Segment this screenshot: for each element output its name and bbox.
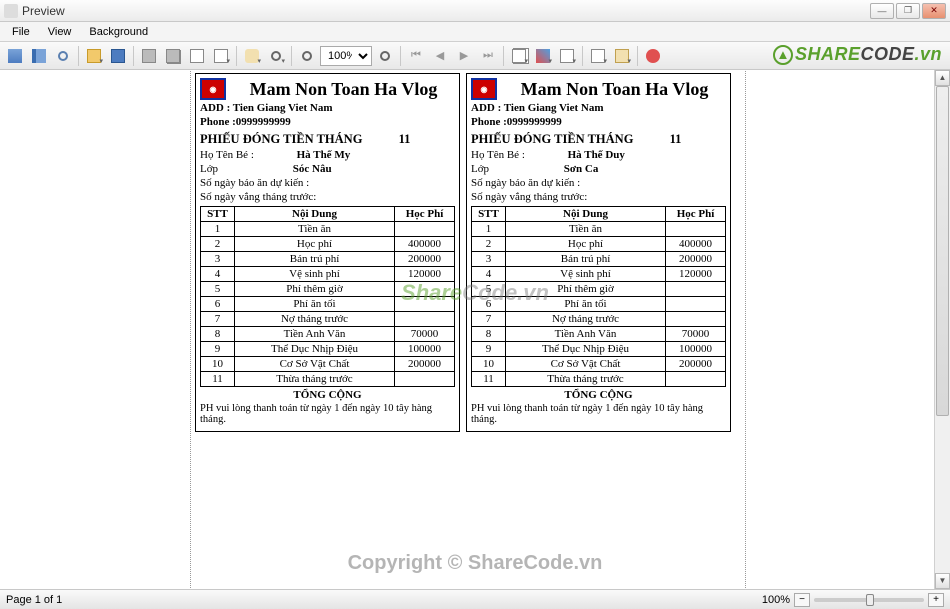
table-row: 11Thừa tháng trước [472, 372, 726, 387]
zoom-tool-button[interactable] [265, 45, 287, 67]
zoom-dropdown[interactable]: 100% [320, 46, 372, 66]
table-row: 4Vệ sinh phí120000 [201, 267, 455, 282]
table-row: 7Nợ tháng trước [201, 312, 455, 327]
thumbnails-button[interactable] [4, 45, 26, 67]
window-title: Preview [22, 4, 870, 18]
brand-icon [773, 45, 793, 65]
scroll-down-button[interactable]: ▼ [935, 573, 950, 589]
save-button[interactable] [107, 45, 129, 67]
close-preview-button[interactable] [642, 45, 664, 67]
export-doc-button[interactable] [587, 45, 609, 67]
open-button[interactable] [83, 45, 105, 67]
menu-background[interactable]: Background [81, 24, 156, 40]
close-button[interactable]: ✕ [922, 3, 946, 19]
export-mail-button[interactable] [611, 45, 633, 67]
table-row: 7Nợ tháng trước [472, 312, 726, 327]
scroll-track[interactable] [935, 86, 950, 573]
zoom-label: 100% [762, 594, 790, 606]
menu-view[interactable]: View [40, 24, 80, 40]
table-row: 8Tiền Anh Văn70000 [201, 327, 455, 342]
zoom-slider-thumb[interactable] [866, 594, 874, 606]
zoom-out-button[interactable] [296, 45, 318, 67]
table-row: 2Học phí400000 [472, 237, 726, 252]
table-row: 8Tiền Anh Văn70000 [472, 327, 726, 342]
zoom-slider[interactable] [814, 598, 924, 602]
zoom-in-status-button[interactable]: + [928, 593, 944, 607]
vertical-scrollbar[interactable]: ▲ ▼ [934, 70, 950, 589]
table-row: 9Thể Dục Nhịp Điệu100000 [472, 342, 726, 357]
school-title: Mam Non Toan Ha Vlog [503, 80, 726, 99]
scroll-up-button[interactable]: ▲ [935, 70, 950, 86]
minimize-button[interactable]: — [870, 3, 894, 19]
payment-slip: ◉Mam Non Toan Ha VlogADD : Tien Giang Vi… [195, 73, 460, 432]
titlebar: Preview — ❐ ✕ [0, 0, 950, 22]
prev-page-button[interactable]: ◀ [429, 45, 451, 67]
table-row: 11Thừa tháng trước [201, 372, 455, 387]
zoom-in-button[interactable] [374, 45, 396, 67]
table-row: 10Cơ Sở Vật Chất200000 [472, 357, 726, 372]
table-row: 6Phí ăn tối [201, 297, 455, 312]
table-row: 3Bán trú phí200000 [201, 252, 455, 267]
school-title: Mam Non Toan Ha Vlog [232, 80, 455, 99]
menu-file[interactable]: File [4, 24, 38, 40]
multipage-button[interactable] [508, 45, 530, 67]
document-page: ◉Mam Non Toan Ha VlogADD : Tien Giang Vi… [190, 70, 746, 589]
fee-table: STTNội DungHọc Phí1Tiền ăn2Học phí400000… [471, 206, 726, 387]
table-row: 10Cơ Sở Vật Chất200000 [201, 357, 455, 372]
table-row: 2Học phí400000 [201, 237, 455, 252]
preview-workspace: ◉Mam Non Toan Ha VlogADD : Tien Giang Vi… [0, 70, 934, 589]
next-page-button[interactable]: ▶ [453, 45, 475, 67]
maximize-button[interactable]: ❐ [896, 3, 920, 19]
table-row: 4Vệ sinh phí120000 [472, 267, 726, 282]
toolbar: 100% ⏮ ◀ ▶ ⏭ SHARECODE.vn [0, 42, 950, 70]
brand-watermark: SHARECODE.vn [773, 44, 942, 65]
payment-slip: ◉Mam Non Toan Ha VlogADD : Tien Giang Vi… [466, 73, 731, 432]
table-row: 6Phí ăn tối [472, 297, 726, 312]
quick-print-button[interactable] [162, 45, 184, 67]
scroll-thumb[interactable] [936, 86, 949, 416]
first-page-button[interactable]: ⏮ [405, 45, 427, 67]
table-row: 1Tiền ăn [201, 222, 455, 237]
table-row: 9Thể Dục Nhịp Điệu100000 [201, 342, 455, 357]
bookmarks-button[interactable] [28, 45, 50, 67]
page-setup-button[interactable] [186, 45, 208, 67]
table-row: 5Phí thêm giờ [201, 282, 455, 297]
layout-button[interactable] [210, 45, 232, 67]
school-logo: ◉ [200, 78, 226, 100]
table-row: 3Bán trú phí200000 [472, 252, 726, 267]
watermark-button[interactable] [556, 45, 578, 67]
table-row: 1Tiền ăn [472, 222, 726, 237]
search-button[interactable] [52, 45, 74, 67]
color-button[interactable] [532, 45, 554, 67]
menubar: File View Background [0, 22, 950, 42]
last-page-button[interactable]: ⏭ [477, 45, 499, 67]
fee-table: STTNội DungHọc Phí1Tiền ăn2Học phí400000… [200, 206, 455, 387]
school-logo: ◉ [471, 78, 497, 100]
print-button[interactable] [138, 45, 160, 67]
table-row: 5Phí thêm giờ [472, 282, 726, 297]
hand-tool-button[interactable] [241, 45, 263, 67]
app-icon [4, 4, 18, 18]
zoom-out-status-button[interactable]: − [794, 593, 810, 607]
page-indicator: Page 1 of 1 [6, 594, 62, 606]
statusbar: Page 1 of 1 100% − + [0, 589, 950, 609]
